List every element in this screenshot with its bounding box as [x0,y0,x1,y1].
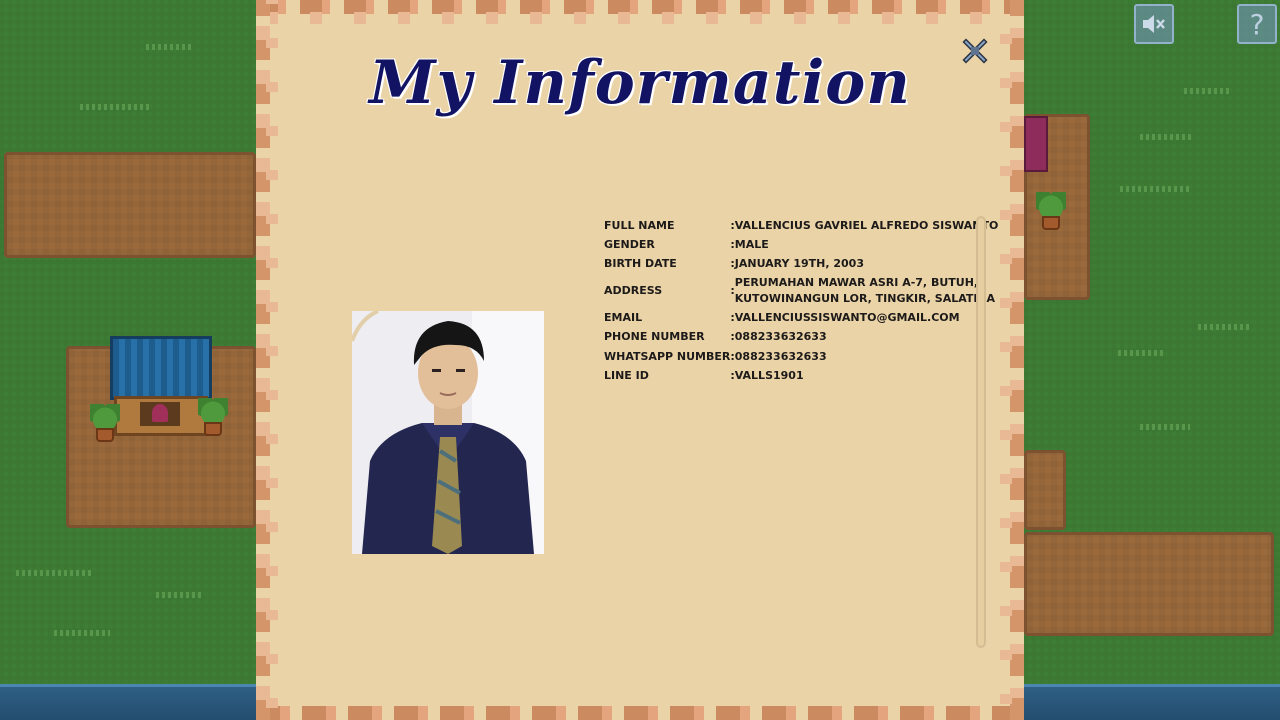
info-row-address: Address : Perumahan Mawar Asri A-7, Butu… [604,274,998,308]
info-row-birth-date: Birth Date : January 19th, 2003 [604,255,998,274]
info-value: Male [734,238,769,252]
info-value: 088233632633 [734,349,827,363]
info-row-phone-number: Phone Number : 088233632633 [604,328,998,347]
info-value: Vallencius Gavriel Alfredo Siswanto [734,218,999,232]
dirt-patch [4,152,256,258]
shopkeeper [152,404,168,422]
grass-tuft [156,592,202,598]
stall-awning-fragment [1024,116,1048,172]
info-value: valls1901 [734,369,804,383]
info-scrollbar[interactable] [976,216,986,648]
info-value: Perumahan Mawar Asri A-7, Butuh, Kutowin… [734,276,996,306]
grass-tuft [1198,324,1250,330]
personal-info-table: Full Name : Vallencius Gavriel Alfredo S… [604,216,998,386]
dirt-patch [1024,450,1066,530]
info-value: 088233632633 [734,330,827,344]
market-stall [110,336,212,446]
info-label: Email [604,310,643,324]
potted-plant [1036,192,1066,232]
potted-plant [198,398,228,438]
page-title: My Information [369,48,911,118]
grass-tuft [1184,88,1232,94]
grass-tuft [54,630,110,636]
panel-border-bottom [256,706,1024,720]
dirt-patch [1024,532,1274,636]
grass-tuft [1140,424,1190,430]
grass-tuft [80,104,150,110]
grass-tuft [16,570,92,576]
help-button[interactable]: ? [1237,4,1277,44]
info-label: Address [604,284,663,298]
info-row-email: Email : vallenciussiswanto@gmail.com [604,308,998,327]
info-label: Line ID [604,369,649,383]
info-row-full-name: Full Name : Vallencius Gavriel Alfredo S… [604,216,998,235]
profile-portrait [352,311,544,554]
help-icon: ? [1249,7,1265,41]
info-value: vallenciussiswanto@gmail.com [734,310,960,324]
info-label: Birth Date [604,257,677,271]
info-row-line-id: Line ID : valls1901 [604,366,998,385]
grass-tuft [146,44,194,50]
info-row-whatsapp-number: WhatsApp Number : 088233632633 [604,347,998,366]
panel-border-top [256,0,1024,14]
info-label: Full Name [604,218,675,232]
grass-tuft [1120,186,1190,192]
profile-photo [352,311,544,554]
potted-plant [90,404,120,444]
info-row-gender: Gender : Male [604,235,998,254]
info-value: January 19th, 2003 [734,257,864,271]
grass-tuft [1118,350,1166,356]
info-label: Phone Number [604,330,705,344]
grass-tuft [1140,134,1192,140]
info-label: WhatsApp Number [604,349,731,363]
info-panel: My Information Full [256,0,1024,720]
mute-button[interactable] [1134,4,1174,44]
info-label: Gender [604,238,655,252]
stall-roof [110,336,212,400]
speaker-muted-icon [1143,15,1165,33]
panel-border-top-detail [256,12,1024,24]
